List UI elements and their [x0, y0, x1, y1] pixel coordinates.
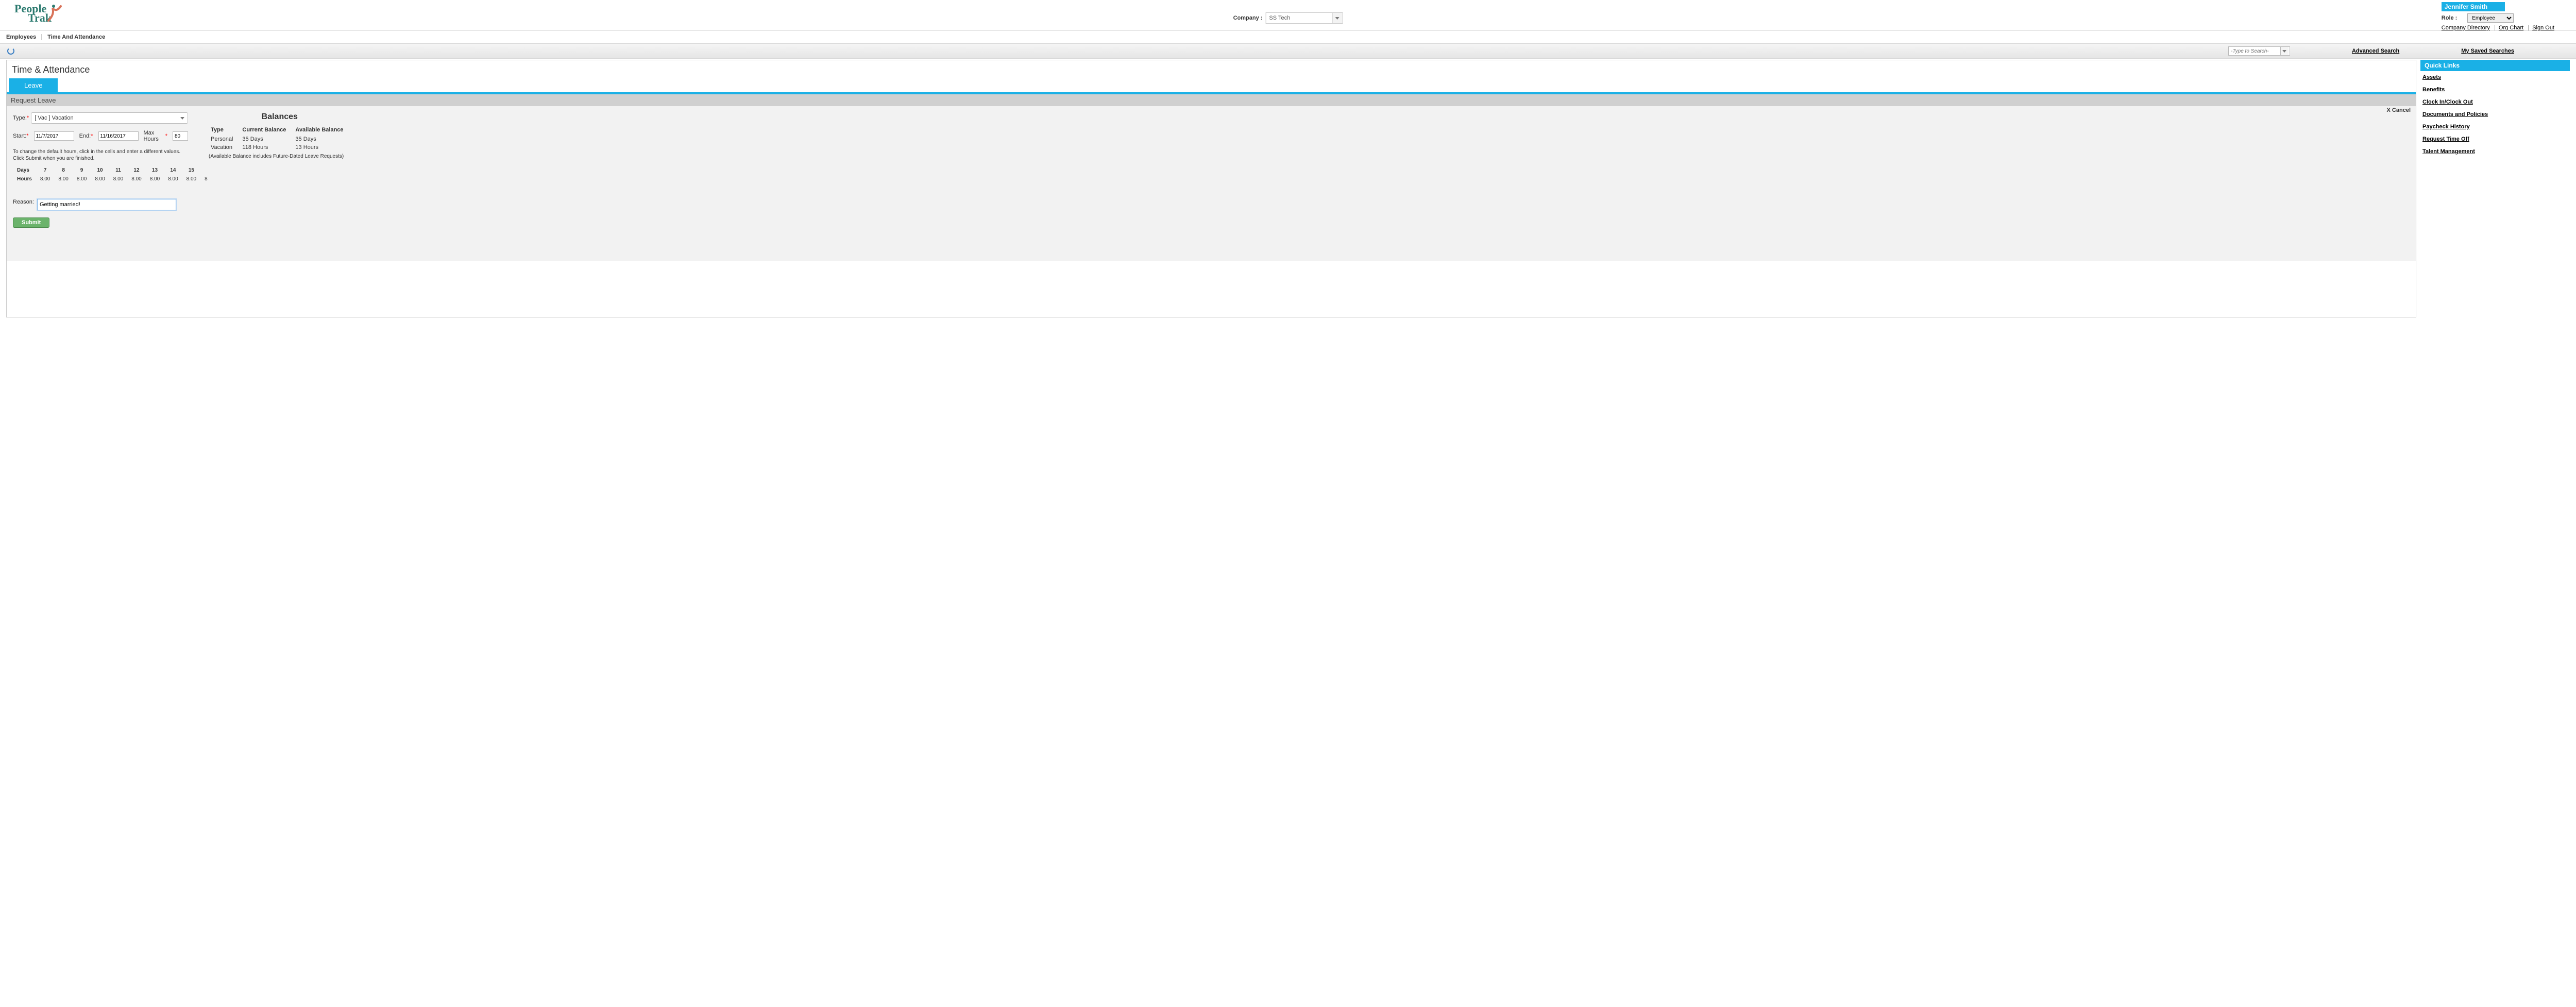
- balances-panel: Balances Type Current Balance Available …: [209, 112, 351, 159]
- type-dropdown[interactable]: [ Vac ] Vacation: [31, 112, 188, 124]
- page-title: Time & Attendance: [7, 60, 2416, 77]
- company-value: SS Tech: [1269, 15, 1290, 21]
- hours-cell[interactable]: 8.00: [73, 175, 91, 183]
- type-label: Type:*: [13, 115, 29, 121]
- hours-cell[interactable]: 8.00: [182, 175, 200, 183]
- company-directory-link[interactable]: Company Directory: [2442, 25, 2490, 31]
- search-dropdown-icon[interactable]: [2280, 47, 2289, 55]
- max-hours-label: Max Hours: [144, 130, 160, 142]
- balances-note: (Available Balance includes Future-Dated…: [209, 154, 351, 159]
- section-header: Request Leave: [7, 94, 2416, 106]
- submit-button[interactable]: Submit: [13, 217, 49, 228]
- tab-leave[interactable]: Leave: [9, 78, 58, 92]
- hours-cell[interactable]: 8.00: [36, 175, 54, 183]
- main-wrap: Time & Attendance Leave Request Leave X …: [6, 60, 2570, 317]
- hours-row-label: Hours: [13, 175, 36, 183]
- saved-searches-link[interactable]: My Saved Searches: [2461, 48, 2514, 54]
- hours-cell[interactable]: 8.00: [54, 175, 72, 183]
- end-label: End:*: [79, 133, 93, 139]
- search-strip: Advanced Search My Saved Searches: [0, 43, 2576, 59]
- balances-table: Type Current Balance Available Balance P…: [209, 125, 351, 152]
- reason-label: Reason:: [13, 199, 34, 205]
- hours-cell[interactable]: 8.00: [146, 175, 164, 183]
- balance-row: Personal 35 Days 35 Days: [209, 135, 351, 143]
- role-row: Role : Employee: [2442, 13, 2514, 23]
- hours-cell[interactable]: 8.00: [109, 175, 127, 183]
- company-label: Company :: [1233, 15, 1263, 21]
- chevron-down-icon: [1332, 13, 1342, 23]
- company-selector: Company : SS Tech: [1233, 12, 1343, 24]
- chevron-down-icon: [177, 117, 188, 120]
- org-chart-link[interactable]: Org Chart: [2499, 25, 2523, 31]
- days-header-row: Days 7 8 9 10 11 12 13 14 15: [13, 166, 212, 175]
- end-date-input[interactable]: [98, 131, 139, 141]
- left-panel: Time & Attendance Leave Request Leave X …: [6, 60, 2416, 317]
- ql-request-time-off[interactable]: Request Time Off: [2420, 133, 2570, 145]
- role-label: Role :: [2442, 15, 2458, 21]
- days-row-label: Days: [13, 166, 36, 175]
- hours-cell[interactable]: 8: [200, 175, 212, 183]
- hours-cell[interactable]: 8.00: [91, 175, 109, 183]
- nav-employees[interactable]: Employees: [6, 34, 42, 40]
- tab-row: Leave: [7, 78, 2416, 94]
- ql-benefits[interactable]: Benefits: [2420, 83, 2570, 96]
- user-name-badge: Jennifer Smith: [2442, 2, 2505, 11]
- header-links: Company Directory | Org Chart | Sign Out: [2442, 25, 2555, 31]
- role-dropdown[interactable]: Employee: [2467, 13, 2514, 23]
- hours-cell[interactable]: 8.00: [127, 175, 145, 183]
- ql-talent[interactable]: Talent Management: [2420, 145, 2570, 158]
- leave-form: Type:* [ Vac ] Vacation Start:* End:* Ma…: [13, 112, 188, 228]
- instructions: To change the default hours, click in th…: [13, 148, 188, 162]
- form-body: X Cancel Type:* [ Vac ] Vacation Start:*…: [7, 106, 2416, 261]
- balance-row: Vacation 118 Hours 13 Hours: [209, 143, 351, 152]
- quick-links-list: Assets Benefits Clock In/Clock Out Docum…: [2420, 71, 2570, 158]
- user-block: Jennifer Smith Role : Employee Company D…: [2442, 2, 2555, 31]
- max-hours-input[interactable]: [173, 131, 188, 141]
- reason-input[interactable]: [37, 199, 176, 210]
- company-dropdown[interactable]: SS Tech: [1265, 12, 1343, 24]
- days-table: Days 7 8 9 10 11 12 13 14 15 Hours: [13, 166, 212, 183]
- start-label: Start:*: [13, 133, 29, 139]
- ql-assets[interactable]: Assets: [2420, 71, 2570, 83]
- search-input[interactable]: [2229, 47, 2280, 55]
- nav-row: Employees Time And Attendance: [0, 31, 2576, 43]
- start-date-input[interactable]: [34, 131, 74, 141]
- refresh-icon[interactable]: [7, 47, 14, 55]
- ql-documents[interactable]: Documents and Policies: [2420, 108, 2570, 121]
- quick-links-header: Quick Links: [2420, 60, 2570, 71]
- balances-title: Balances: [209, 112, 351, 122]
- cancel-button[interactable]: X Cancel: [2387, 107, 2411, 113]
- ql-clock[interactable]: Clock In/Clock Out: [2420, 96, 2570, 108]
- type-value: [ Vac ] Vacation: [35, 115, 73, 121]
- right-panel: Quick Links Assets Benefits Clock In/Clo…: [2420, 60, 2570, 158]
- nav-time-attendance[interactable]: Time And Attendance: [47, 34, 110, 40]
- advanced-search-link[interactable]: Advanced Search: [2352, 48, 2399, 54]
- hours-cell[interactable]: 8.00: [164, 175, 182, 183]
- signout-link[interactable]: Sign Out: [2532, 25, 2554, 31]
- logo: People Trak: [14, 4, 52, 22]
- hours-row: Hours 8.00 8.00 8.00 8.00 8.00 8.00 8.00…: [13, 175, 212, 183]
- ql-paycheck[interactable]: Paycheck History: [2420, 121, 2570, 133]
- search-input-wrap[interactable]: [2228, 46, 2290, 56]
- logo-swoosh-icon: [45, 3, 66, 24]
- top-header: People Trak Company : SS Tech Jennifer S…: [0, 0, 2576, 31]
